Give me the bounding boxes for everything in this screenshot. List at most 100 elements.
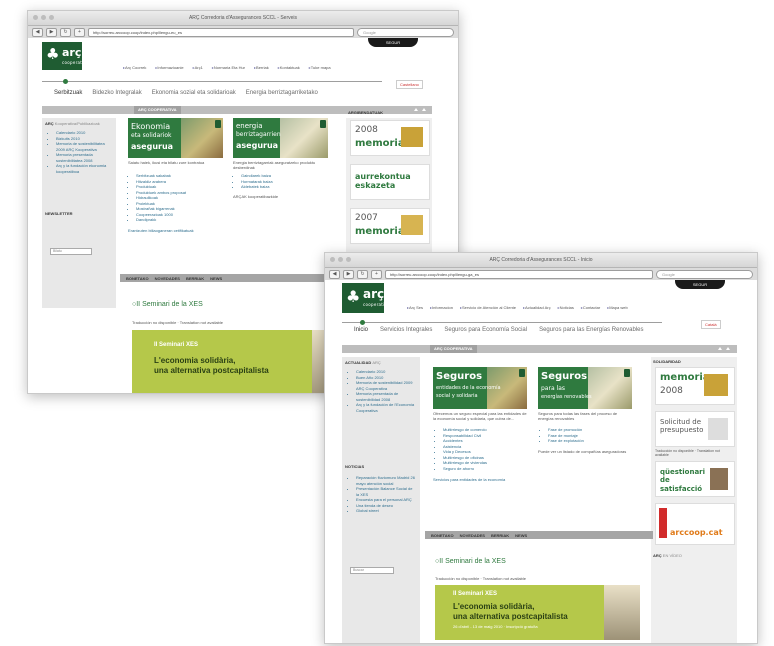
ad-memoria[interactable]: memoria 2008 [655,367,735,405]
nav-line [342,322,662,323]
add-button[interactable]: + [371,269,382,279]
forward-button[interactable]: ▶ [46,27,57,37]
tab-berriak[interactable]: BERRIAK [491,533,509,538]
language-selector[interactable]: Català [701,320,721,329]
ad-arccoop[interactable]: arccoop.cat [655,503,735,545]
event-title[interactable]: II Seminari de la XES [435,558,506,565]
top-nav-item[interactable]: Mapa web [607,305,627,310]
top-nav-item[interactable]: Arç Ses [407,305,423,310]
ad-memoria[interactable]: 2008 memoria [350,120,430,156]
sidebar-link[interactable]: Memoria de sostenibilitatea 2009 ARÇ Koo… [56,141,112,152]
active-dot [63,79,68,84]
back-button[interactable]: ◀ [329,269,340,279]
card-link[interactable]: Fase de explotación [548,438,638,444]
sidebar-link[interactable]: Memoria de sostenibilidad 2009 ARÇ Coope… [356,380,416,391]
main-nav-item[interactable]: Seguros para las Energías Renovables [539,327,643,333]
card-links: Fase de promoción Fase de montaje Fase d… [542,427,638,444]
top-nav-item[interactable]: Actualidad Arç [523,305,551,310]
tab-bonetako[interactable]: BONETAKO [431,533,454,538]
ad-memoria-2007[interactable]: 2007 memoria [350,208,430,244]
sidebar-link[interactable]: Arç y la fundación de l'Economía Coopera… [356,402,416,413]
card-description: Seguros para todas las fases del proceso… [538,411,618,421]
search-field[interactable]: Google [656,269,753,279]
news-link[interactable]: Encuesta para el personal ARÇ [356,497,416,503]
top-nav-item[interactable]: Arç1 [193,65,203,70]
news-tabs: BONETAKO NOVEDADES BERRIAK NEWS [120,274,356,282]
section-label: ARÇ COOPERATIVA [430,345,477,353]
tab-berriak[interactable]: BERRIAK [186,276,204,281]
search-field[interactable]: Google [357,27,454,37]
top-nav-item[interactable]: Contactar [581,305,600,310]
reload-button[interactable]: ↻ [357,269,368,279]
more-link[interactable]: Erantzuten biliaoganeran cetifikatuak [128,228,238,233]
event-banner[interactable]: II Seminari XES L'economia solidària, un… [435,585,640,640]
card-link[interactable]: Dandiprakk [136,217,226,223]
main-nav-item[interactable]: Bidezko Integralak [92,90,141,96]
translation-note: Traducción no disponible · Translation n… [435,576,527,581]
left-sidebar: ARÇ Kooperativa/Publikazioak Calendario … [42,118,116,308]
top-nav-item[interactable]: Informazioanie [155,65,183,70]
news-link[interactable]: Presentación Balance Social de la XES [356,486,416,497]
tab-novedades[interactable]: NOVEDADES [155,276,180,281]
tab-news[interactable]: NEWS [210,276,222,281]
window-controls[interactable] [33,15,54,20]
site-logo[interactable]: ♣ arç cooperativa [42,42,89,70]
top-pill[interactable]: SEGUR [675,280,725,289]
sidebar-link[interactable]: Memoria presentada sostenibilitatea 2008 [56,152,112,163]
arc-video-label: ARÇ EN VÍDEO [653,553,682,558]
window-controls[interactable] [330,257,351,262]
language-selector[interactable]: Castellano [396,80,423,89]
ad-presupuesto[interactable]: Solicitud de presupuesto [655,411,735,447]
card-banner[interactable]: Seguros para las energías renovables [538,367,632,409]
top-nav-item[interactable]: Servicio de Atención al Cliente [460,305,516,310]
card-description: Saiatu haiek, ikusi eta bilatu zure kont… [128,160,205,165]
add-button[interactable]: + [74,27,85,37]
news-link[interactable]: Reparación fluviomuro Madrid 26 mayo ate… [356,475,416,486]
site-logo[interactable]: ♣ arç cooperativa [342,283,390,313]
forward-button[interactable]: ▶ [343,269,354,279]
back-button[interactable]: ◀ [32,27,43,37]
top-pill[interactable]: SEGUR [368,38,418,47]
more-link[interactable]: Servicios para entidades de la economía [433,477,543,482]
card-banner[interactable]: Seguros entidades de la economía social … [433,367,527,409]
address-bar[interactable]: http://sorreu.arccoop.coop/index.php/lle… [385,269,653,279]
event-title[interactable]: II Seminari de la XES [132,301,203,308]
ad-questionari[interactable]: qüestionari de satisfacció [655,461,735,497]
sidebar-link[interactable]: Memoria presentada de sostenibilidad 200… [356,391,416,402]
main-nav-item[interactable]: Inicio [354,327,368,333]
event-banner[interactable]: II Seminari XES L'economia solidària, un… [132,330,352,393]
top-nav-item[interactable]: Noticias [558,305,574,310]
tab-bonetako[interactable]: BONETAKO [126,276,149,281]
collapse-icon[interactable] [414,108,418,111]
address-bar[interactable]: http://sorreu.arccoop.coop/index.php/lle… [88,27,354,37]
top-nav-item[interactable]: Normaria Eta Hur [212,65,245,70]
card-link[interactable]: Seguro de ahorro [443,466,533,472]
sidebar-link[interactable]: Arç y la fundación ekonomia kooperatiboa [56,163,112,174]
card-links: Serbitzuak sakabak Hitzaldiz arabera Pro… [130,173,226,223]
top-nav-item[interactable]: Informacion [430,305,453,310]
collapse-icon[interactable] [422,108,426,111]
top-nav-item[interactable]: Tuke mapa [309,65,331,70]
card-links: Gaindiarek baiza Hormatarak baiza Aldeba… [235,173,331,190]
ad-aurrekontua[interactable]: aurrekontua eskazeta [350,164,430,200]
search-input[interactable]: Buscar [350,567,394,574]
main-nav-item[interactable]: Ekonomia sozial eta solidarioak [152,90,236,96]
search-input[interactable]: Bilatu [50,248,92,255]
main-nav-item[interactable]: Energia berriztagarriketako [246,90,318,96]
collapse-icon[interactable] [726,347,730,350]
top-nav-item[interactable]: Arç Coorrek [123,65,146,70]
top-nav-item[interactable]: Kontaktuak [278,65,300,70]
card-banner[interactable]: energia berriztagarrien asegurua [233,118,328,158]
tab-news[interactable]: NEWS [515,533,527,538]
main-nav-item[interactable]: Serbitzuak [54,90,82,96]
main-nav-item[interactable]: Servicios Integrales [380,327,432,333]
main-nav-item[interactable]: Seguros para Economía Social [444,327,527,333]
reload-button[interactable]: ↻ [60,27,71,37]
top-nav: Arç Ses Informacion Servicio de Atención… [407,305,628,310]
card-banner[interactable]: Ekonomia eta solidariok asegurua [128,118,223,158]
tab-novedades[interactable]: NOVEDADES [460,533,485,538]
collapse-icon[interactable] [718,347,722,350]
news-link[interactable]: Global street [356,508,416,514]
top-nav-item[interactable]: Berriak [254,65,269,70]
card-link[interactable]: Aldebatek baiza [241,184,331,190]
